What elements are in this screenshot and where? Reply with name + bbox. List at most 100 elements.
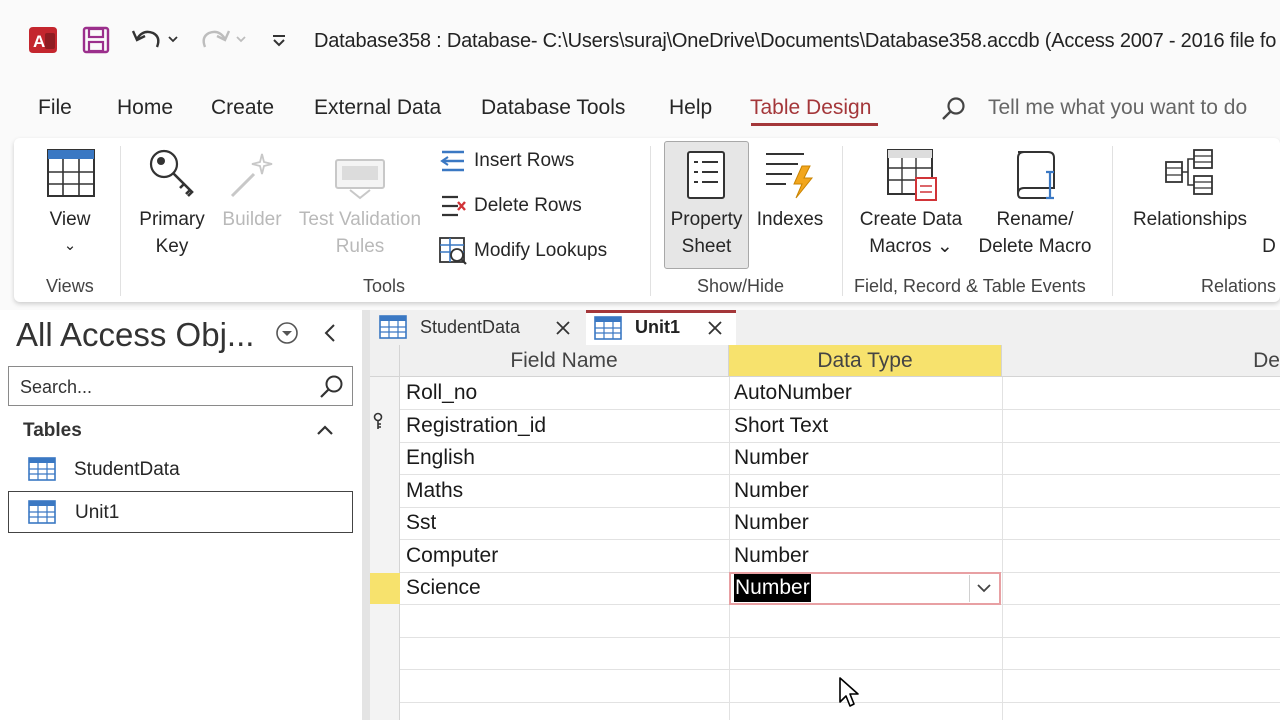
table-icon [28,457,56,481]
active-tab-underline [751,123,878,126]
table-row[interactable]: Sst Number [400,507,1280,540]
tab-create[interactable]: Create [211,96,274,120]
view-dropdown-arrow[interactable]: ⌄ [40,232,100,259]
field-name-cell[interactable]: Computer [406,540,498,572]
doc-tab-label: StudentData [420,317,521,337]
table-row[interactable]: Computer Number [400,540,1280,573]
tab-table-design[interactable]: Table Design [750,96,871,120]
field-name-cell[interactable]: Sst [406,507,436,539]
chevron-up-icon[interactable] [314,420,336,445]
primary-key-icon[interactable] [146,146,200,205]
header-field-name[interactable]: Field Name [400,345,729,377]
test-validation-icon [334,156,388,205]
rename-delete-macro-icon[interactable] [1010,148,1064,207]
tab-home[interactable]: Home [117,96,173,120]
nav-search-input[interactable]: Search... [8,366,353,406]
modify-lookups-icon[interactable] [438,236,468,271]
table-row[interactable]: Registration_id Short Text [400,410,1280,443]
create-data-macros-icon[interactable] [886,148,940,207]
delete-rows-icon[interactable] [438,193,468,224]
search-icon[interactable] [318,373,346,401]
property-sheet-label-1[interactable]: Property [664,206,749,233]
modify-lookups-button[interactable]: Modify Lookups [474,240,607,262]
header-description[interactable]: De [1002,345,1280,377]
data-type-select-value[interactable]: Number [734,574,811,602]
field-name-cell[interactable]: Maths [406,475,463,507]
table-icon [28,500,56,524]
test-validation-label-1: Test Validation [298,209,422,230]
collapse-pane-icon[interactable] [320,322,342,349]
indexes-icon[interactable] [764,150,818,205]
table-row-empty[interactable] [400,605,1280,638]
data-type-cell[interactable]: Number [734,442,809,474]
header-data-type[interactable]: Data Type [729,345,1002,377]
tab-help[interactable]: Help [669,96,712,120]
pane-splitter[interactable] [362,310,370,720]
builder-wand-icon [228,150,278,205]
undo-icon[interactable] [128,22,184,58]
primary-key-row-icon [371,412,385,437]
table-row[interactable]: Roll_no AutoNumber [400,377,1280,410]
field-name-cell[interactable]: Science [406,572,481,604]
insert-rows-button[interactable]: Insert Rows [474,150,574,172]
mouse-cursor-icon [838,676,860,713]
data-type-cell[interactable]: Number [734,507,809,539]
field-name-cell[interactable]: Registration_id [406,410,546,442]
rename-delete-macro-label-1[interactable]: Rename/ [968,206,1102,233]
insert-rows-icon[interactable] [438,148,468,179]
group-label-views: Views [46,276,94,296]
doc-tab-studentdata[interactable]: StudentData [370,310,584,345]
table-row[interactable]: English Number [400,442,1280,475]
indexes-label[interactable]: Indexes [754,206,826,233]
close-icon[interactable] [554,319,572,337]
current-row-selector[interactable] [370,573,400,604]
nav-item-unit1[interactable]: Unit1 [8,491,353,533]
nav-menu-dropdown-icon[interactable] [275,321,299,350]
field-name-cell[interactable]: Roll_no [406,377,477,409]
field-name-cell[interactable]: English [406,442,475,474]
view-icon[interactable] [46,148,96,205]
group-label-relationships: Relations [1201,276,1277,296]
tell-me-box[interactable]: Tell me what you want to do [988,96,1247,120]
property-sheet-label-2[interactable]: Sheet [664,233,749,260]
doc-tab-label: Unit1 [635,317,680,337]
doc-tab-unit1[interactable]: Unit1 [586,310,736,345]
nav-pane-title[interactable]: All Access Obj... [16,316,254,354]
data-type-dropdown-button[interactable] [969,575,998,602]
create-data-macros-label-1[interactable]: Create Data [852,206,970,233]
customize-qat-icon[interactable] [266,22,292,58]
ribbon-separator [842,146,843,296]
property-sheet-icon[interactable] [686,150,726,205]
search-icon[interactable] [940,95,968,128]
close-icon[interactable] [706,319,724,337]
svg-text:A: A [33,32,45,51]
relationships-label[interactable]: Relationships [1126,206,1254,233]
group-label-field-record-table-events: Field, Record & Table Events [854,276,1086,296]
primary-key-label-1[interactable]: Primary [132,206,212,233]
primary-key-label-2[interactable]: Key [132,233,212,260]
relationships-icon[interactable] [1164,148,1218,203]
tab-file[interactable]: File [38,96,72,120]
data-type-cell[interactable]: Number [734,540,809,572]
delete-rows-button[interactable]: Delete Rows [474,195,582,217]
group-label-show-hide: Show/Hide [697,276,785,296]
builder-label: Builder [222,209,282,230]
table-row[interactable]: Maths Number [400,475,1280,508]
tab-external-data[interactable]: External Data [314,96,441,120]
data-type-cell[interactable]: AutoNumber [734,377,852,409]
group-label-tools: Tools [363,276,406,296]
view-button-label[interactable]: View [40,206,100,233]
nav-item-studentdata[interactable]: StudentData [8,449,353,491]
table-row-empty[interactable] [400,637,1280,670]
tab-database-tools[interactable]: Database Tools [481,96,625,120]
rename-delete-macro-label-2[interactable]: Delete Macro [968,233,1102,260]
create-data-macros-label-2[interactable]: Macros ⌄ [852,233,970,260]
data-type-cell[interactable]: Short Text [734,410,828,442]
data-type-cell[interactable]: Number [734,475,809,507]
nav-section-tables[interactable]: Tables [23,420,82,442]
row-selector-column[interactable] [370,345,400,720]
grid-corner[interactable] [370,345,400,377]
save-icon[interactable] [80,22,112,58]
table-icon [379,315,407,339]
nav-search-placeholder: Search... [20,377,93,397]
